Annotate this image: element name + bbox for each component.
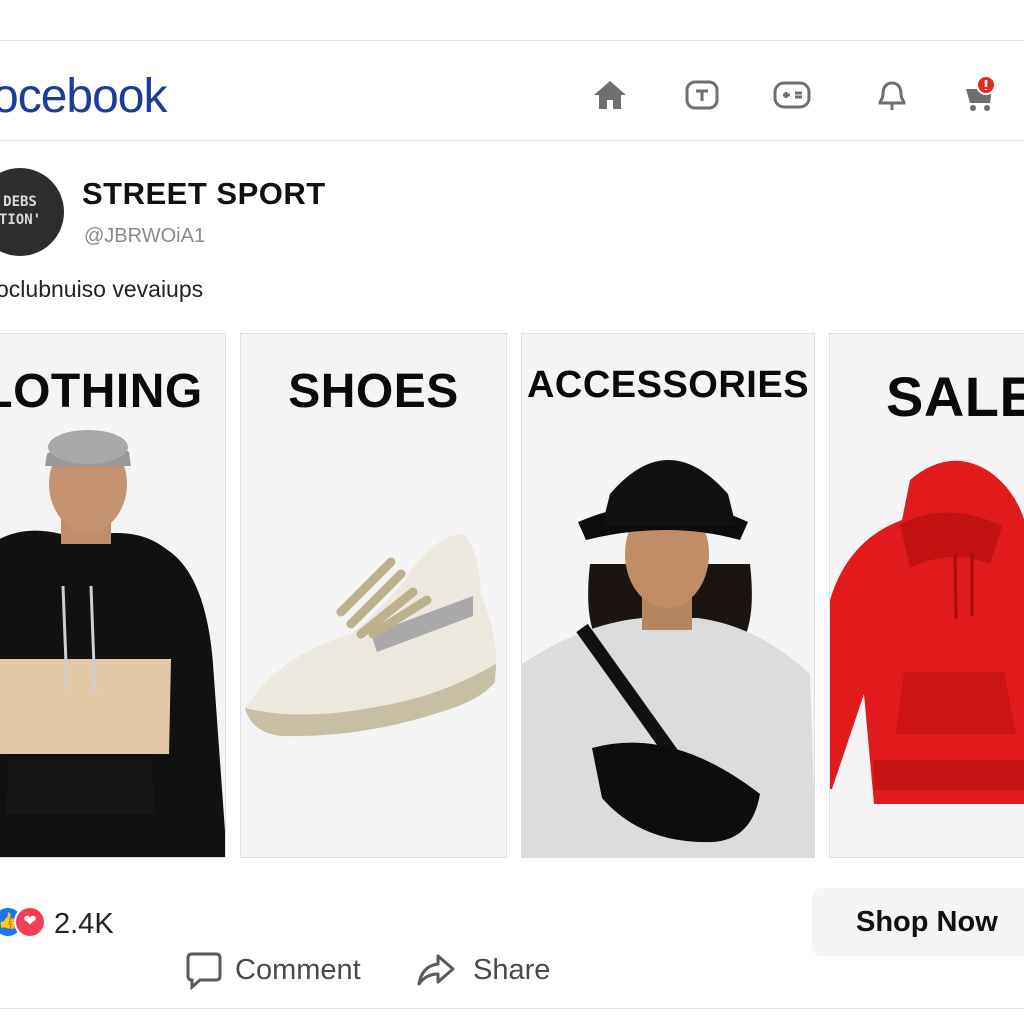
- share-button[interactable]: Share: [416, 946, 576, 994]
- carousel-card-clothing[interactable]: LOTHING: [0, 333, 226, 858]
- card-title-accessories: ACCESSORIES: [526, 364, 810, 406]
- video-icon[interactable]: [682, 75, 722, 115]
- shop-now-button[interactable]: Shop Now: [812, 888, 1024, 956]
- avatar-text-line1: DEBS: [3, 194, 37, 210]
- cart-icon[interactable]: [960, 75, 1000, 115]
- comment-icon: [186, 952, 222, 990]
- avatar[interactable]: DEBS TION': [0, 168, 64, 256]
- page-name[interactable]: STREET SPORT: [82, 176, 326, 212]
- share-label: Share: [473, 954, 551, 986]
- comment-button[interactable]: Comment: [186, 946, 386, 994]
- card-title-clothing: LOTHING: [0, 365, 203, 418]
- card-title-sale: SALE: [886, 365, 1024, 428]
- shop-now-label: Shop Now: [856, 906, 998, 938]
- carousel-card-sale[interactable]: SALE: [829, 333, 1024, 858]
- marketplace-icon[interactable]: [772, 75, 812, 115]
- bucket-hat-woman-image: [522, 460, 814, 857]
- reaction-count: 2.4K: [54, 908, 114, 940]
- avatar-text-line2: TION': [0, 212, 42, 228]
- post-text: oclubnuiso vevaiups: [0, 276, 204, 302]
- bell-icon[interactable]: [872, 75, 912, 115]
- share-icon: [417, 954, 455, 986]
- facebook-logo[interactable]: ocebook: [0, 73, 167, 121]
- header-divider: [0, 140, 1024, 141]
- bottom-divider: [0, 1008, 1024, 1009]
- home-icon[interactable]: [590, 75, 630, 115]
- carousel-card-shoes[interactable]: SHOES: [240, 333, 507, 858]
- comment-label: Comment: [235, 954, 361, 986]
- top-nav-bar: ocebook: [0, 41, 1024, 140]
- heart-icon: ❤: [14, 906, 46, 938]
- page-handle: @JBRWOiA1: [84, 225, 206, 247]
- card-title-shoes: SHOES: [288, 365, 459, 418]
- carousel-card-accessories[interactable]: ACCESSORIES: [521, 333, 815, 858]
